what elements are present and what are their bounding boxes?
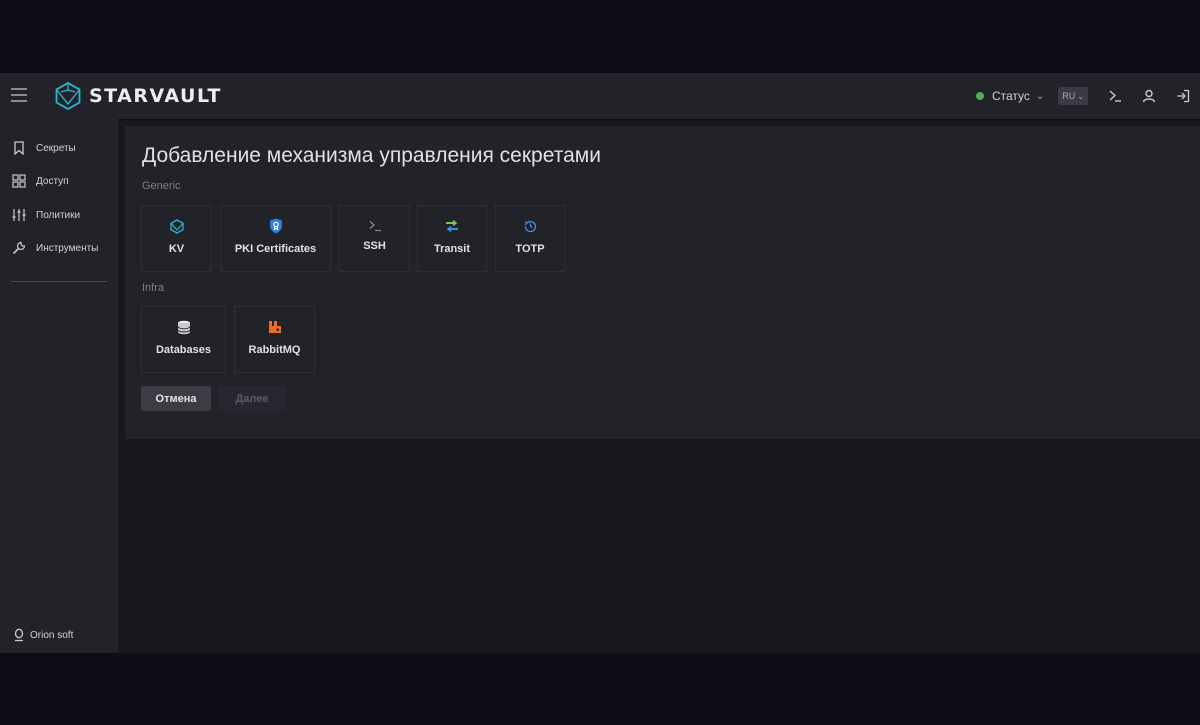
terminal-icon [1109,90,1121,102]
user-icon [1142,89,1156,103]
orion-logo-icon [14,628,24,642]
status-indicator [975,92,984,100]
engine-label: TOTP [515,243,545,255]
engine-card-totp[interactable]: TOTP [495,205,565,272]
sliders-icon [11,207,27,223]
main-panel: Добавление механизма управления секретам… [125,126,1200,439]
engine-card-databases[interactable]: Databases [141,306,226,373]
engine-label: Databases [155,344,212,356]
sidebar-item-tools[interactable]: Инструменты [11,236,98,260]
engine-label: Transit [433,243,471,255]
engine-card-kv[interactable]: KV [141,205,212,272]
section-label-generic: Generic [142,180,181,192]
language-select[interactable]: RU ⌄ [1058,87,1088,105]
sidebar-item-policies[interactable]: Политики [11,203,80,227]
engine-label: PKI Certificates [234,243,317,255]
menu-icon[interactable] [11,88,27,102]
page-title: Добавление механизма управления секретам… [142,144,601,167]
sidebar-item-label: Политики [36,209,81,221]
sidebar-item-access[interactable]: Доступ [11,169,69,193]
sidebar-item-label: Доступ [36,175,69,187]
sidebar-item-label: Инструменты [36,242,99,254]
sidebar-item-secrets[interactable]: Секреты [11,136,76,160]
clock-icon [523,218,538,234]
chevron-down-icon: ⌄ [1077,91,1084,101]
engine-label: SSH [363,240,386,252]
app-window: STARVAULT Статус ⌄ RU ⌄ Секреты Доступ П… [0,73,1200,653]
terminal-icon [368,218,382,234]
chevron-down-icon: ⌄ [1035,90,1045,102]
status-label: Статус [991,89,1030,103]
sidebar-item-label: Секреты [36,142,76,154]
engine-card-rabbitmq[interactable]: RabbitMQ [234,306,315,373]
status-dropdown[interactable]: Статус ⌄ [975,89,1045,103]
engine-card-ssh[interactable]: SSH [339,205,410,272]
engine-card-pki-certificates[interactable]: PKI Certificates [220,205,331,272]
brand-name: STARVAULT [89,85,222,107]
logo-icon [55,82,81,110]
engine-card-transit[interactable]: Transit [417,205,487,272]
brand-logo[interactable]: STARVAULT [55,82,222,110]
terminal-button[interactable] [1098,73,1132,119]
next-button[interactable]: Далее [218,386,286,411]
organization-link[interactable]: Orion soft [14,628,73,642]
rabbitmq-icon [268,319,282,335]
database-icon [177,319,191,335]
engine-label: KV [168,243,185,255]
transit-icon [444,218,460,234]
shield-icon [269,218,283,234]
top-header: STARVAULT Статус ⌄ RU ⌄ [0,73,1200,119]
sidebar: Секреты Доступ Политики Инструменты Orio… [0,119,118,653]
engine-label: RabbitMQ [248,344,301,356]
wrench-icon [11,240,27,256]
language-value: RU [1062,91,1076,101]
sidebar-divider [11,281,107,282]
grid-icon [11,173,27,189]
bookmark-icon [11,140,27,156]
user-button[interactable] [1132,73,1166,119]
logout-icon [1177,89,1190,103]
organization-name: Orion soft [30,629,74,641]
section-label-infra: Infra [142,282,165,294]
cancel-button[interactable]: Отмена [141,386,211,411]
hexagon-icon [169,218,184,234]
logout-button[interactable] [1166,73,1200,119]
